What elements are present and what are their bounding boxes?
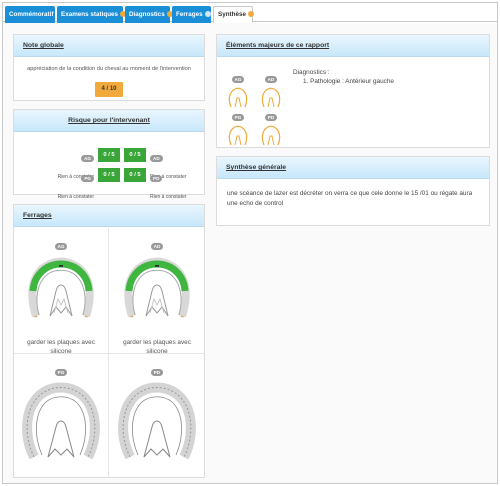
hoof-pg: PG	[228, 106, 248, 146]
tab-label: Synthèse	[218, 11, 246, 18]
diagnostics-list: Diagnostics : 1. Pathologie : Antérieur …	[293, 68, 394, 86]
tab-diagnostics[interactable]: Diagnostics	[125, 6, 173, 23]
risk-score: 0 / 5	[98, 168, 120, 182]
panel-title: Synthèse générale	[226, 164, 287, 171]
panel-title: Éléments majeurs de ce rapport	[226, 42, 330, 49]
panel-header: Synthèse générale	[217, 157, 489, 179]
ferrage-cell-ag[interactable]: AG garder les plaques avec silicone	[14, 228, 109, 355]
hind-shoe-icon	[118, 382, 196, 460]
leg-tag: PG	[81, 175, 94, 182]
tab-label: Commémoratif	[9, 11, 54, 18]
tab-content: Note globale appréciation de la conditio…	[3, 23, 497, 483]
risk-score: 0 / 5	[124, 148, 146, 162]
pending-badge-icon	[248, 10, 254, 17]
front-shoe-icon	[124, 257, 190, 318]
status-badge-icon	[204, 10, 211, 17]
tab-label: Diagnostics	[129, 11, 165, 18]
hoof-icon	[228, 87, 248, 108]
leg-tag: AD	[264, 76, 278, 83]
ferrages-panel: Ferrages AG garder les plaques avec sili…	[13, 204, 205, 478]
ferrage-cell-pd[interactable]: PD	[109, 354, 205, 478]
risk-score: 0 / 5	[98, 148, 120, 162]
leg-tag: AG	[81, 155, 94, 162]
risk-label: Rien à constater	[150, 194, 187, 200]
diagnostics-heading: Diagnostics :	[293, 69, 330, 76]
risk-score: 0 / 5	[124, 168, 146, 182]
tab-examens-statiques[interactable]: Examens statiques	[57, 6, 127, 23]
ferrage-cell-ad[interactable]: AD garder les plaques avec silicone	[109, 228, 205, 355]
leg-tag: PD	[264, 114, 278, 121]
hoof-icon	[261, 87, 281, 108]
hoof-icon	[228, 125, 248, 146]
front-shoe-icon	[28, 257, 94, 318]
tab-commemoratif[interactable]: Commémoratif	[5, 6, 55, 23]
leg-tag: AG	[54, 243, 68, 250]
leg-tag: AD	[150, 243, 164, 250]
tab-label: Ferrages	[176, 11, 203, 18]
tab-label: Examens statiques	[61, 11, 119, 18]
risk-grid: AG Rien à constater 0 / 5 0 / 5 AD Rien …	[14, 134, 206, 200]
leg-tag: AG	[231, 76, 245, 83]
panel-title: Ferrages	[23, 212, 52, 219]
panel-header: Note globale	[14, 35, 204, 57]
hind-shoe-icon	[22, 382, 100, 460]
global-score-badge: 4 / 10	[95, 82, 123, 97]
leg-tag: AD	[150, 155, 163, 162]
leg-tag: PD	[150, 369, 164, 376]
hoof-pd: PD	[261, 106, 281, 146]
risk-label: Rien à constater	[57, 194, 94, 200]
report-window: Commémoratif Examens statiques Diagnosti…	[2, 2, 498, 484]
tab-synthese[interactable]: Synthèse	[213, 6, 254, 23]
ferrage-cell-pg[interactable]: PG	[14, 354, 109, 478]
hoof-icon	[261, 125, 281, 146]
leg-tag: PG	[231, 114, 245, 121]
note-globale-panel: Note globale appréciation de la conditio…	[13, 34, 205, 101]
panel-title: Note globale	[23, 42, 64, 49]
diagnostic-item: 1. Pathologie : Antérieur gauche	[303, 78, 394, 85]
hoof-ag: AG	[228, 68, 248, 108]
leg-tag: PD	[150, 175, 163, 182]
panel-title: Risque pour l'intervenant	[68, 117, 150, 124]
elements-majeurs-panel: Éléments majeurs de ce rapport AG AD PG	[216, 34, 490, 148]
tab-bar: Commémoratif Examens statiques Diagnosti…	[3, 3, 497, 23]
note-description: appréciation de la condition du cheval a…	[27, 66, 191, 72]
synthese-text: une scéance de lazer est décréter on ver…	[227, 190, 473, 207]
hoof-ad: AD	[261, 68, 281, 108]
tab-ferrages[interactable]: Ferrages	[172, 6, 211, 23]
panel-header: Ferrages	[14, 205, 204, 227]
panel-header: Risque pour l'intervenant	[14, 110, 204, 132]
leg-tag: PG	[54, 369, 68, 376]
synthese-panel: Synthèse générale une scéance de lazer e…	[216, 156, 490, 226]
risque-panel: Risque pour l'intervenant AG Rien à cons…	[13, 109, 206, 200]
panel-header: Éléments majeurs de ce rapport	[217, 35, 489, 57]
